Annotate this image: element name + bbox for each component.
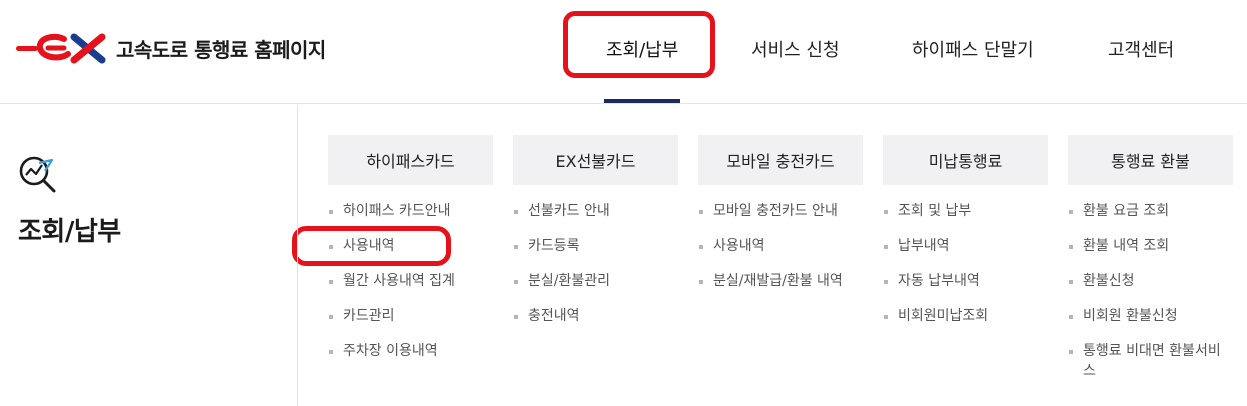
list-item[interactable]: 비회원 환불신청 — [1068, 306, 1233, 326]
menu-column-unpaid-toll: 미납통행료 조회 및 납부 납부내역 자동 납부내역 비회원미납조회 — [883, 135, 1048, 341]
nav-item-service-application[interactable]: 서비스 신청 — [751, 36, 840, 62]
site-name: 고속도로 통행료 홈페이지 — [116, 37, 326, 62]
column-header[interactable]: 통행료 환불 — [1068, 135, 1233, 185]
list-item[interactable]: 분실/환불관리 — [513, 271, 678, 291]
menu-column-ex-prepaid-card: EX선불카드 선불카드 안내 카드등록 분실/환불관리 충전내역 — [513, 135, 678, 341]
list-item[interactable]: 비회원미납조회 — [883, 306, 1048, 326]
list-item[interactable]: 카드등록 — [513, 236, 678, 256]
section-panel: 조회/납부 — [0, 105, 298, 406]
column-header[interactable]: 하이패스카드 — [328, 135, 493, 185]
list-item[interactable]: 분실/재발급/환불 내역 — [698, 271, 863, 291]
ex-logo-icon — [16, 33, 106, 64]
list-item[interactable]: 카드관리 — [328, 306, 493, 326]
menu-column-mobile-charge-card: 모바일 충전카드 모바일 충전카드 안내 사용내역 분실/재발급/환불 내역 — [698, 135, 863, 306]
list-item[interactable]: 자동 납부내역 — [883, 271, 1048, 291]
list-item[interactable]: 주차장 이용내역 — [328, 341, 493, 361]
column-header[interactable]: 미납통행료 — [883, 135, 1048, 185]
list-item[interactable]: 환불 내역 조회 — [1068, 236, 1233, 256]
list-item[interactable]: 선불카드 안내 — [513, 201, 678, 221]
menu-column-toll-refund: 통행료 환불 환불 요금 조회 환불 내역 조회 환불신청 비회원 환불신청 통… — [1068, 135, 1233, 396]
list-item[interactable]: 사용내역 — [698, 236, 863, 256]
site-header: 고속도로 통행료 홈페이지 조회/납부 서비스 신청 하이패스 단말기 고객센터 — [0, 0, 1247, 104]
search-chart-icon — [19, 156, 56, 193]
list-item[interactable]: 환불 요금 조회 — [1068, 201, 1233, 221]
column-list: 모바일 충전카드 안내 사용내역 분실/재발급/환불 내역 — [698, 201, 863, 291]
list-item[interactable]: 충전내역 — [513, 306, 678, 326]
column-list: 하이패스 카드안내 사용내역 월간 사용내역 집계 카드관리 주차장 이용내역 — [328, 201, 493, 361]
nav-item-customer-center[interactable]: 고객센터 — [1108, 36, 1174, 62]
list-item[interactable]: 통행료 비대면 환불서비스 — [1068, 341, 1233, 381]
menu-column-hipass-card: 하이패스카드 하이패스 카드안내 사용내역 월간 사용내역 집계 카드관리 주차… — [328, 135, 493, 376]
active-nav-underline — [604, 99, 680, 103]
column-header[interactable]: EX선불카드 — [513, 135, 678, 185]
column-list: 조회 및 납부 납부내역 자동 납부내역 비회원미납조회 — [883, 201, 1048, 326]
site-logo[interactable]: 고속도로 통행료 홈페이지 — [16, 30, 326, 66]
list-item[interactable]: 조회 및 납부 — [883, 201, 1048, 221]
nav-item-hipass-device[interactable]: 하이패스 단말기 — [912, 36, 1034, 62]
list-item[interactable]: 환불신청 — [1068, 271, 1233, 291]
list-item[interactable]: 모바일 충전카드 안내 — [698, 201, 863, 221]
list-item[interactable]: 월간 사용내역 집계 — [328, 271, 493, 291]
section-title: 조회/납부 — [18, 217, 121, 247]
list-item[interactable]: 사용내역 — [328, 236, 493, 256]
column-list: 환불 요금 조회 환불 내역 조회 환불신청 비회원 환불신청 통행료 비대면 … — [1068, 201, 1233, 381]
list-item[interactable]: 납부내역 — [883, 236, 1048, 256]
list-item[interactable]: 하이패스 카드안내 — [328, 201, 493, 221]
column-list: 선불카드 안내 카드등록 분실/환불관리 충전내역 — [513, 201, 678, 326]
column-header[interactable]: 모바일 충전카드 — [698, 135, 863, 185]
nav-item-inquiry-payment[interactable]: 조회/납부 — [606, 36, 678, 62]
